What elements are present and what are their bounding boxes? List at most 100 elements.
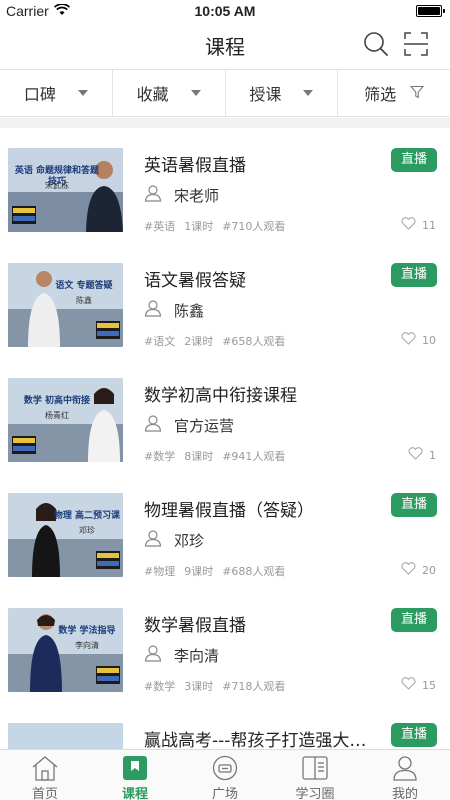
square-icon [211, 755, 239, 781]
like-count: 20 [422, 563, 436, 577]
course-tag: #英语 [144, 220, 176, 233]
like-button[interactable]: 11 [401, 217, 436, 233]
live-badge: 直播 [391, 723, 437, 747]
heart-icon [408, 447, 429, 463]
thumbnail-teacher: 李向清 [75, 641, 99, 650]
tab-home[interactable]: 首页 [0, 750, 90, 800]
section-gap [0, 118, 450, 128]
filter-label: 收藏 [136, 85, 169, 104]
thumbnail-teacher: 陈鑫 [76, 296, 92, 305]
teacher-icon [144, 184, 162, 206]
live-badge: 直播 [391, 148, 437, 172]
thumbnail-teacher: 邓珍 [79, 526, 95, 535]
teacher-name: 邓珍 [174, 532, 205, 550]
teacher-name: 官方运营 [174, 417, 235, 435]
caret-down-icon [303, 90, 314, 96]
course-card-english[interactable]: 英语 命题规律和答题技巧 宋武栋 英语暑假直播 直播 宋老师 #英语 1课时 #71… [0, 128, 450, 243]
course-views: #710人观看 [222, 220, 286, 233]
filter-teaching[interactable]: 授课 [226, 70, 339, 116]
course-card-gaokao[interactable]: 赢战高考---帮孩子打造强大… 直播 [0, 703, 450, 749]
nav-bar: 课程 [0, 22, 450, 68]
filter-label: 授课 [249, 85, 282, 104]
course-card-math-bridge[interactable]: 数学 初高中衔接 杨青红 数学初高中衔接课程 官方运营 #数学 8课时 #941人观… [0, 358, 450, 473]
course-lessons: 9课时 [184, 565, 214, 578]
course-meta: #数学 3课时 #718人观看 [144, 678, 294, 694]
filter-reputation[interactable]: 口碑 [0, 70, 113, 116]
course-thumbnail [8, 723, 123, 749]
tab-bar: 首页 课程 广场 学习圈 我的 [0, 749, 450, 800]
tab-course[interactable]: 课程 [90, 750, 180, 800]
thumbnail-caption: 语文 专题答疑 [55, 281, 113, 291]
course-meta: #物理 9课时 #688人观看 [144, 563, 294, 579]
course-views: #688人观看 [222, 565, 286, 578]
study-circle-icon [301, 755, 329, 781]
course-card-chinese[interactable]: 语文 专题答疑 陈鑫 语文暑假答疑 直播 陈鑫 #语文 2课时 #658人观看 10 [0, 243, 450, 358]
tab-label: 广场 [211, 787, 238, 800]
scan-icon[interactable] [403, 31, 429, 57]
tab-label: 学习圈 [295, 787, 335, 800]
live-badge: 直播 [391, 608, 437, 632]
tab-study-circle[interactable]: 学习圈 [270, 750, 360, 800]
course-tag: #语文 [144, 335, 176, 348]
search-icon[interactable] [362, 30, 390, 58]
status-bar: Carrier 10:05 AM [0, 0, 450, 22]
heart-icon [401, 677, 422, 693]
course-title[interactable]: 物理暑假直播（答疑） [144, 496, 314, 521]
course-tag: #数学 [144, 450, 176, 463]
battery-icon [416, 5, 445, 17]
course-tag: #数学 [144, 680, 176, 693]
course-meta: #英语 1课时 #710人观看 [144, 218, 294, 234]
filter-screen[interactable]: 筛选 [338, 70, 450, 116]
course-thumbnail: 英语 命题规律和答题技巧 宋武栋 [8, 148, 123, 232]
thumbnail-teacher: 杨青红 [45, 411, 69, 420]
course-title[interactable]: 语文暑假答疑 [144, 266, 246, 291]
course-lessons: 2课时 [184, 335, 214, 348]
tab-label: 首页 [31, 787, 58, 800]
teacher-name: 李向清 [174, 647, 220, 665]
course-card-math-live[interactable]: 数学 学法指导 李向清 数学暑假直播 直播 李向清 #数学 3课时 #718人观看 … [0, 588, 450, 703]
filter-label: 口碑 [23, 85, 56, 104]
like-button[interactable]: 20 [401, 562, 436, 578]
heart-icon [401, 562, 422, 578]
filter-favorites[interactable]: 收藏 [113, 70, 226, 116]
tab-label: 课程 [121, 787, 148, 800]
teacher-icon [144, 529, 162, 551]
course-title[interactable]: 赢战高考---帮孩子打造强大… [144, 726, 366, 749]
course-lessons: 8课时 [184, 450, 214, 463]
clock: 10:05 AM [194, 3, 256, 19]
like-count: 11 [422, 218, 436, 232]
course-meta: #语文 2课时 #658人观看 [144, 333, 294, 349]
live-badge: 直播 [391, 493, 437, 517]
course-views: #941人观看 [222, 450, 286, 463]
home-icon [31, 755, 59, 781]
thumbnail-caption: 数学 学法指导 [58, 626, 116, 636]
course-thumbnail: 数学 初高中衔接 杨青红 [8, 378, 123, 462]
like-button[interactable]: 15 [401, 677, 436, 693]
like-button[interactable]: 1 [408, 447, 436, 463]
heart-icon [401, 217, 422, 233]
course-title[interactable]: 英语暑假直播 [144, 151, 246, 176]
filter-label: 筛选 [364, 85, 397, 104]
like-button[interactable]: 10 [401, 332, 436, 348]
thumbnail-teacher: 宋武栋 [45, 181, 69, 190]
course-list[interactable]: 英语 命题规律和答题技巧 宋武栋 英语暑假直播 直播 宋老师 #英语 1课时 #71… [0, 128, 450, 749]
course-thumbnail: 语文 专题答疑 陈鑫 [8, 263, 123, 347]
course-title[interactable]: 数学初高中衔接课程 [144, 381, 297, 406]
course-views: #658人观看 [222, 335, 286, 348]
teacher-icon [144, 644, 162, 666]
tab-profile[interactable]: 我的 [360, 750, 450, 800]
course-lessons: 3课时 [184, 680, 214, 693]
course-icon [121, 755, 149, 781]
teacher-name: 陈鑫 [174, 302, 205, 320]
course-card-physics[interactable]: 物理 高二预习课 邓珍 物理暑假直播（答疑） 直播 邓珍 #物理 9课时 #688人… [0, 473, 450, 588]
course-title[interactable]: 数学暑假直播 [144, 611, 246, 636]
like-count: 15 [422, 678, 436, 692]
thumbnail-caption: 数学 初高中衔接 [23, 396, 91, 406]
course-views: #718人观看 [222, 680, 286, 693]
tab-square[interactable]: 广场 [180, 750, 270, 800]
course-meta: #数学 8课时 #941人观看 [144, 448, 294, 464]
profile-icon [391, 755, 419, 781]
like-count: 10 [422, 333, 436, 347]
thumbnail-caption: 物理 高二预习课 [53, 511, 121, 521]
course-tag: #物理 [144, 565, 176, 578]
